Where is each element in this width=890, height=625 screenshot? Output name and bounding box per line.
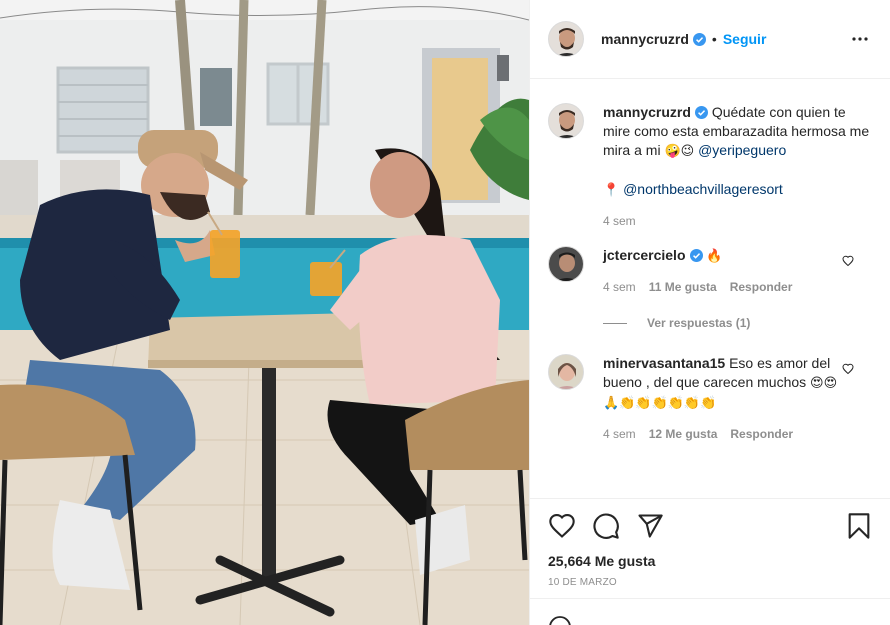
share-icon[interactable] (636, 512, 664, 540)
caption-avatar[interactable] (548, 103, 584, 139)
comment-username[interactable]: jctercercielo (603, 247, 686, 263)
comment-item: minervasantana15 Eso es amor del bueno ,… (548, 354, 872, 441)
likes-count[interactable]: 25,664 Me gusta (548, 553, 873, 569)
commenter-avatar[interactable] (548, 354, 584, 390)
comment-body: jctercercielo 🔥 4 sem 11 Me gusta Respon… (603, 246, 872, 294)
comments-list: mannycruzrd Quédate con quien te mire co… (530, 79, 890, 497)
view-replies-button[interactable]: Ver respuestas (1) (603, 316, 872, 330)
caption-username[interactable]: mannycruzrd (603, 104, 691, 120)
comment-heart-icon[interactable] (842, 255, 854, 267)
separator-dot: • (711, 31, 717, 47)
reply-button[interactable]: Responder (730, 427, 793, 441)
caption-meta: 4 sem (603, 214, 872, 228)
caption-emojis: 🤪😉 (664, 144, 695, 159)
comment-item: jctercercielo 🔥 4 sem 11 Me gusta Respon… (548, 246, 872, 294)
caption-time[interactable]: 4 sem (603, 214, 636, 228)
author-username[interactable]: mannycruzrd (601, 31, 689, 47)
verified-badge-icon (689, 249, 703, 262)
pin-icon: 📍 (603, 183, 620, 198)
heart-icon[interactable] (548, 512, 576, 540)
action-bar (548, 511, 873, 541)
avatar-image (549, 104, 583, 138)
comment-text-block: minervasantana15 Eso es amor del bueno ,… (603, 354, 848, 413)
verified-badge-icon (692, 32, 706, 46)
avatar-image (549, 247, 583, 281)
comment-time[interactable]: 4 sem (603, 427, 636, 441)
comment-meta: 4 sem 12 Me gusta Responder (603, 427, 848, 441)
caption: mannycruzrd Quédate con quien te mire co… (548, 103, 872, 228)
verified-badge-icon (694, 106, 708, 119)
caption-body: mannycruzrd Quédate con quien te mire co… (603, 103, 872, 228)
comment-text-block: jctercercielo 🔥 (603, 246, 848, 266)
post-details-panel: mannycruzrd • Seguir mannycruzrd Quédate… (529, 0, 890, 625)
comment-heart-icon[interactable] (842, 363, 854, 375)
post-photo[interactable] (0, 0, 529, 625)
follow-button[interactable]: Seguir (723, 31, 767, 47)
caption-text-block: mannycruzrd Quédate con quien te mire co… (603, 103, 872, 161)
commenter-avatar[interactable] (548, 246, 584, 282)
author-avatar[interactable] (548, 21, 584, 57)
location-mention[interactable]: @northbeachvillageresort (623, 181, 783, 197)
post-header: mannycruzrd • Seguir (530, 0, 890, 79)
caption-location-line: 📍 @northbeachvillageresort (603, 180, 872, 200)
comment-time[interactable]: 4 sem (603, 280, 636, 294)
avatar-image (549, 355, 583, 389)
comment-icon[interactable] (592, 512, 620, 540)
emoji-icon[interactable] (548, 615, 572, 625)
comment-emojis: 🔥 (706, 249, 723, 264)
comment-likes[interactable]: 12 Me gusta (649, 427, 718, 441)
view-replies-label: Ver respuestas (1) (647, 316, 751, 330)
avatar-image (549, 22, 583, 56)
photo-couple-at-table (0, 0, 529, 625)
reply-button[interactable]: Responder (730, 280, 793, 294)
comment-body: minervasantana15 Eso es amor del bueno ,… (603, 354, 872, 441)
more-options-icon[interactable] (848, 27, 872, 51)
caption-mention[interactable]: @yeripeguero (698, 142, 786, 158)
comment-meta: 4 sem 11 Me gusta Responder (603, 280, 848, 294)
bookmark-icon[interactable] (845, 512, 873, 540)
replies-divider-line (603, 322, 627, 324)
post-date[interactable]: 10 DE MARZO (548, 577, 873, 588)
comment-likes[interactable]: 11 Me gusta (649, 280, 717, 294)
add-comment-section (530, 598, 890, 625)
comment-username[interactable]: minervasantana15 (603, 355, 725, 371)
header-user-info: mannycruzrd • Seguir (601, 31, 848, 47)
post-actions-section: 25,664 Me gusta 10 DE MARZO (530, 498, 890, 588)
